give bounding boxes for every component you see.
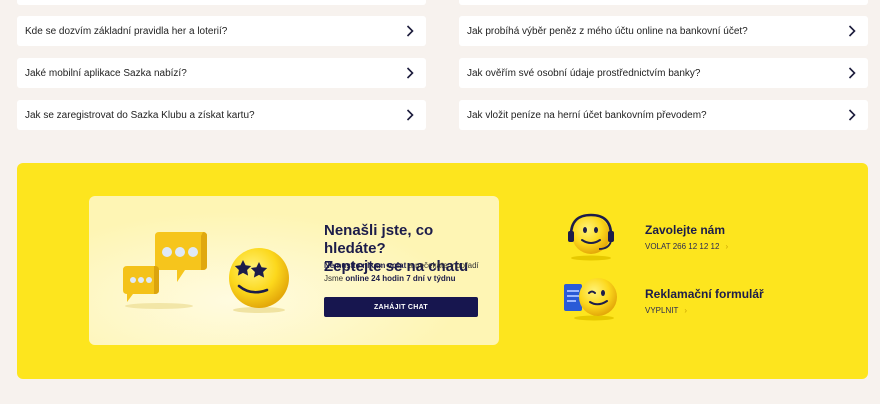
chat-title-line: Nenašli jste, co hledáte? (324, 222, 434, 257)
call-link[interactable]: VOLAT 266 12 12 12 › (645, 242, 728, 251)
faq-question: Kde se dozvím základní pravidla her a lo… (25, 25, 228, 37)
complaint-form-title: Reklamační formulář (645, 287, 764, 301)
chat-info-bold: online 24 hodin 7 dní v týdnu (345, 274, 456, 283)
star-eyes-emoji-icon (229, 248, 289, 313)
chevron-right-icon (845, 24, 859, 38)
contact-panel: Nenašli jste, co hledáte? Zeptejte se na… (17, 163, 868, 379)
arrow-right-icon: › (725, 242, 729, 251)
faq-item-register-club[interactable]: Jak se zaregistrovat do Sazka Klubu a zí… (17, 100, 426, 130)
document-wink-emoji-icon (564, 278, 617, 321)
headset-emoji-icon (568, 213, 614, 261)
arrow-right-icon: › (684, 306, 688, 315)
faq-question: Jak probíhá výběr peněz z mého účtu onli… (467, 25, 748, 37)
faq-card-edge (459, 0, 868, 5)
complaint-form-link[interactable]: VYPLNIT › (645, 306, 687, 315)
chat-bubbles-icon (123, 232, 207, 309)
chat-card: Nenašli jste, co hledáte? Zeptejte se na… (89, 196, 499, 345)
faq-question: Jak se zaregistrovat do Sazka Klubu a zí… (25, 109, 255, 121)
chevron-right-icon (403, 108, 417, 122)
chat-info-line: Nemusíte nikam volat a nečekáte v pořadí (324, 261, 479, 270)
faq-question: Jaké mobilní aplikace Sazka nabízí? (25, 67, 187, 79)
chat-info-bold: Nemusíte nikam volat (324, 261, 407, 270)
chat-info-text: Jsme (324, 274, 346, 283)
call-link-text: VOLAT 266 12 12 12 (645, 242, 720, 251)
form-link-text: VYPLNIT (645, 306, 679, 315)
chat-info-text: a nečekáte v pořadí (406, 261, 479, 270)
chat-info-line: Jsme online 24 hodin 7 dní v týdnu (324, 274, 456, 283)
faq-item-mobile-apps[interactable]: Jaké mobilní aplikace Sazka nabízí? (17, 58, 426, 88)
chevron-right-icon (403, 66, 417, 80)
faq-card-edge (17, 0, 426, 5)
faq-item-deposit-transfer[interactable]: Jak vložit peníze na herní účet bankovní… (459, 100, 868, 130)
call-title: Zavolejte nám (645, 223, 726, 237)
faq-item-verify-bank[interactable]: Jak ověřím své osobní údaje prostřednict… (459, 58, 868, 88)
start-chat-button[interactable]: ZAHÁJIT CHAT (324, 297, 478, 317)
chevron-right-icon (845, 66, 859, 80)
chevron-right-icon (845, 108, 859, 122)
faq-question: Jak vložit peníze na herní účet bankovní… (467, 109, 707, 121)
faq-question: Jak ověřím své osobní údaje prostřednict… (467, 67, 701, 79)
faq-item-withdrawal[interactable]: Jak probíhá výběr peněz z mého účtu onli… (459, 16, 868, 46)
faq-item-rules[interactable]: Kde se dozvím základní pravidla her a lo… (17, 16, 426, 46)
chevron-right-icon (403, 24, 417, 38)
